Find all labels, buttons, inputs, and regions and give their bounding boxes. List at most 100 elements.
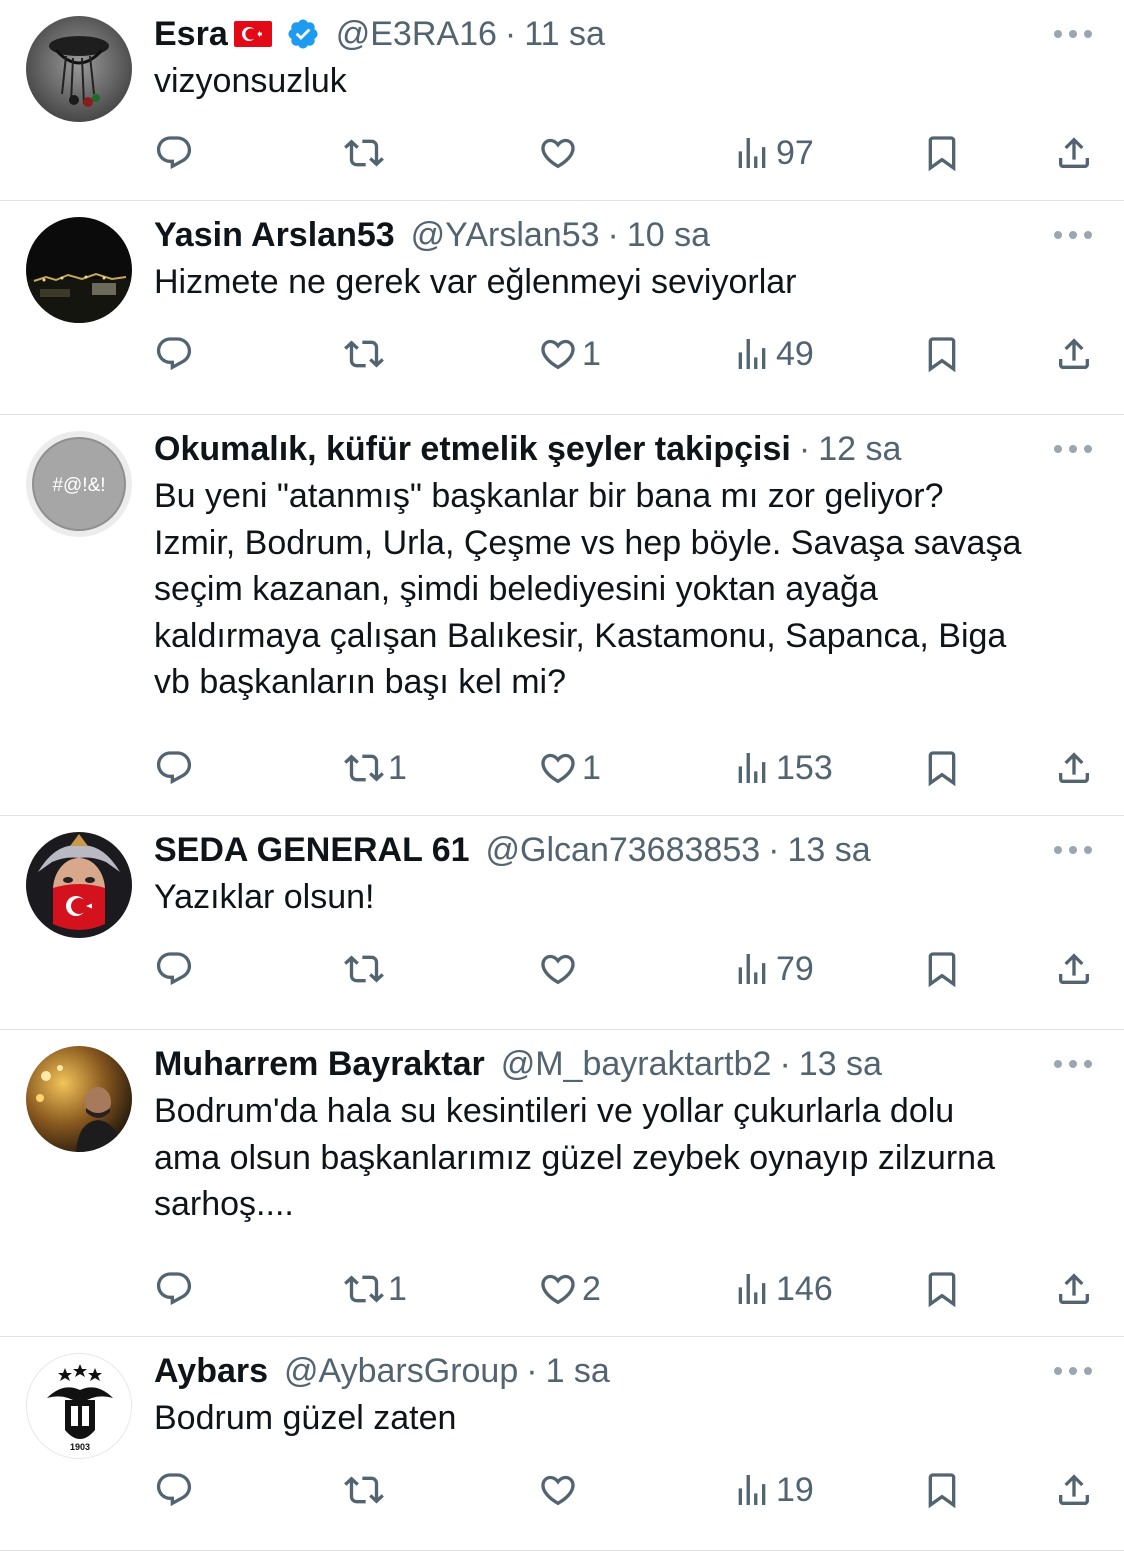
more-icon[interactable] [1052, 441, 1094, 457]
reply-button[interactable] [154, 331, 198, 377]
display-name[interactable]: Aybars [154, 1349, 268, 1393]
tweet-text-line: sarhoş.... [154, 1185, 294, 1223]
display-name[interactable]: Okumalık, küfür etmelik şeyler takipçisi [154, 427, 791, 471]
separator-dot: · [526, 1352, 538, 1390]
display-name[interactable]: SEDA GENERAL 61 [154, 828, 470, 872]
share-button[interactable] [1054, 331, 1094, 377]
like-icon [541, 753, 575, 784]
bookmark-button[interactable] [922, 331, 962, 377]
retweet-button[interactable] [344, 946, 388, 992]
turkey-flag-icon [233, 21, 272, 47]
views-button[interactable]: 97 [732, 130, 814, 176]
views-icon [738, 753, 766, 783]
separator-dot: · [779, 1045, 791, 1083]
bookmark-icon [928, 337, 956, 373]
retweet-button[interactable]: 1 [344, 745, 407, 791]
reply-button[interactable] [154, 1266, 198, 1312]
tweet[interactable]: Esra @E3RA16 · 11 sa vizyonsuzluk 97 [0, 0, 1124, 201]
like-icon [541, 954, 575, 985]
more-icon[interactable] [1052, 227, 1094, 243]
tweet[interactable]: 1903 Aybars @AybarsGroup · 1 sa Bodrum g… [0, 1337, 1124, 1551]
reply-button[interactable] [154, 946, 198, 992]
retweet-button[interactable] [344, 1467, 388, 1513]
avatar[interactable] [26, 217, 132, 323]
bookmark-button[interactable] [922, 1467, 962, 1513]
timestamp[interactable]: 13 sa [787, 828, 870, 872]
like-button[interactable] [538, 130, 582, 176]
retweet-icon [344, 955, 384, 983]
action-bar: 79 [154, 946, 1094, 992]
retweet-count: 1 [388, 1269, 407, 1308]
retweet-button[interactable] [344, 331, 388, 377]
night-city-avatar-image [26, 217, 132, 323]
tweet[interactable]: #@!&! Okumalık, küfür etmelik şeyler tak… [0, 415, 1124, 816]
more-icon[interactable] [1052, 1363, 1094, 1379]
bookmark-icon [928, 1473, 956, 1509]
tweet[interactable]: Muharrem Bayraktar @M_bayraktartb2 · 13 … [0, 1030, 1124, 1337]
avatar[interactable] [26, 16, 132, 122]
share-icon [1059, 1273, 1089, 1304]
tweet[interactable]: Yasin Arslan53 @YArslan53 · 10 sa Hizmet… [0, 201, 1124, 415]
views-button[interactable]: 19 [732, 1467, 814, 1513]
retweet-icon [344, 1275, 384, 1303]
display-name[interactable]: Esra [154, 12, 228, 56]
retweet-button[interactable] [344, 130, 388, 176]
bookmark-button[interactable] [922, 946, 962, 992]
tweet[interactable]: SEDA GENERAL 61 @Glcan73683853 · 13 sa Y… [0, 816, 1124, 1030]
handle[interactable]: @AybarsGroup [284, 1349, 518, 1393]
timestamp[interactable]: 10 sa [627, 213, 710, 257]
like-button[interactable] [538, 946, 582, 992]
tweet-text-line: vb başkanların başı kel mi? [154, 663, 566, 701]
reply-button[interactable] [154, 130, 198, 176]
avatar[interactable] [26, 1046, 132, 1152]
like-button[interactable] [538, 1467, 582, 1513]
share-button[interactable] [1054, 745, 1094, 791]
retweet-icon [344, 139, 384, 167]
bookmark-button[interactable] [922, 1266, 962, 1312]
retweet-count: 1 [388, 748, 407, 787]
like-button[interactable]: 1 [538, 331, 601, 377]
views-button[interactable]: 79 [732, 946, 814, 992]
avatar[interactable]: #@!&! [26, 431, 132, 537]
bookmark-button[interactable] [922, 130, 962, 176]
avatar[interactable]: 1903 [26, 1353, 132, 1459]
views-icon [738, 1475, 766, 1505]
tweet-text-line: Bodrum güzel zaten [154, 1399, 457, 1437]
share-button[interactable] [1054, 1266, 1094, 1312]
handle[interactable]: @YArslan53 [411, 213, 600, 257]
like-count: 1 [582, 748, 601, 787]
reply-button[interactable] [154, 1467, 198, 1513]
retweet-icon [344, 340, 384, 368]
timestamp[interactable]: 1 sa [546, 1349, 610, 1393]
avatar[interactable] [26, 832, 132, 938]
more-icon[interactable] [1052, 842, 1094, 858]
bookmark-button[interactable] [922, 745, 962, 791]
display-name[interactable]: Muharrem Bayraktar [154, 1042, 485, 1086]
views-button[interactable]: 146 [732, 1266, 833, 1312]
views-button[interactable]: 49 [732, 331, 814, 377]
tweet-text: vizyonsuzluk [154, 58, 1094, 105]
more-icon[interactable] [1052, 26, 1094, 42]
like-button[interactable]: 2 [538, 1266, 601, 1312]
views-icon [738, 339, 766, 369]
handle[interactable]: @E3RA16 [336, 12, 497, 56]
timestamp[interactable]: 12 sa [818, 427, 901, 471]
timestamp[interactable]: 13 sa [799, 1042, 882, 1086]
reply-button[interactable] [154, 745, 198, 791]
like-button[interactable]: 1 [538, 745, 601, 791]
views-button[interactable]: 153 [732, 745, 833, 791]
handle[interactable]: @Glcan73683853 [486, 828, 761, 872]
display-name[interactable]: Yasin Arslan53 [154, 213, 395, 257]
handle[interactable]: @M_bayraktartb2 [501, 1042, 772, 1086]
share-button[interactable] [1054, 130, 1094, 176]
eagle-crest-avatar-image: 1903 [27, 1354, 131, 1458]
timestamp[interactable]: 11 sa [524, 12, 605, 56]
share-button[interactable] [1054, 1467, 1094, 1513]
bookmark-icon [928, 136, 956, 172]
share-button[interactable] [1054, 946, 1094, 992]
bookmark-icon [928, 1272, 956, 1308]
retweet-button[interactable]: 1 [344, 1266, 407, 1312]
more-icon[interactable] [1052, 1056, 1094, 1072]
tweet-header: Okumalık, küfür etmelik şeyler takipçisi… [154, 427, 901, 471]
reply-icon [156, 751, 192, 785]
